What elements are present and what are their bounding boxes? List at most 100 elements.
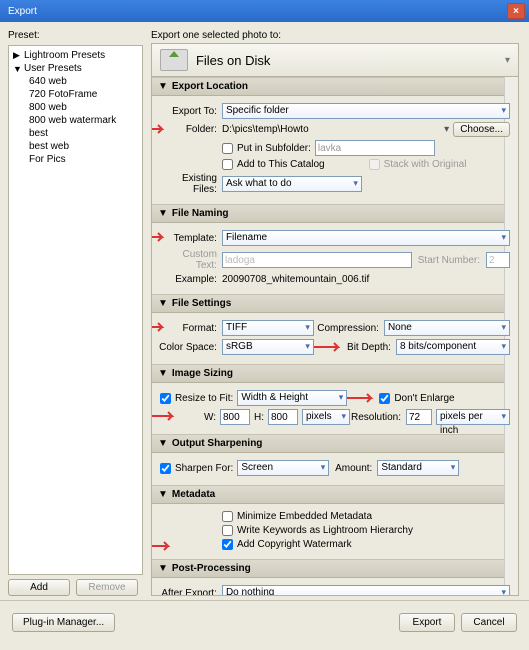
dropdown-icon[interactable]: ▾ xyxy=(444,124,449,135)
preset-group-user[interactable]: ▼User Presets xyxy=(11,62,140,75)
add-catalog-label: Add to This Catalog xyxy=(237,159,325,170)
title-bar: Export × xyxy=(0,0,529,22)
section-file-naming[interactable]: ▼File Naming xyxy=(152,204,518,223)
destination-header[interactable]: Files on Disk ▾ xyxy=(151,43,519,77)
chevron-down-icon: ▼ xyxy=(158,368,168,379)
preset-item[interactable]: 640 web xyxy=(11,75,140,88)
plugin-manager-button[interactable]: Plug-in Manager... xyxy=(12,613,115,632)
preset-label: Preset: xyxy=(8,30,143,41)
chevron-down-icon: ▼ xyxy=(158,208,168,219)
arrow-annotation xyxy=(151,321,170,333)
export-to-label: Export To: xyxy=(160,106,222,117)
preset-group-lightroom[interactable]: ▶Lightroom Presets xyxy=(11,49,140,62)
chevron-down-icon: ▼ xyxy=(158,81,168,92)
preset-item[interactable]: 800 web xyxy=(11,101,140,114)
window-title: Export xyxy=(8,6,37,17)
preset-item[interactable]: best xyxy=(11,127,140,140)
resize-label: Resize to Fit: xyxy=(175,393,233,404)
arrow-annotation xyxy=(151,231,170,243)
height-input[interactable] xyxy=(268,409,298,425)
resolution-unit-select[interactable]: pixels per inch xyxy=(436,409,510,425)
chevron-down-icon: ▼ xyxy=(158,489,168,500)
preset-tree[interactable]: ▶Lightroom Presets ▼User Presets 640 web… xyxy=(8,45,143,575)
preset-item[interactable]: 720 FotoFrame xyxy=(11,88,140,101)
dont-enlarge-checkbox[interactable] xyxy=(379,393,390,404)
resize-mode-select[interactable]: Width & Height xyxy=(237,390,347,406)
arrow-annotation xyxy=(151,461,158,473)
section-sharpening[interactable]: ▼Output Sharpening xyxy=(152,434,518,453)
compression-select[interactable]: None xyxy=(384,320,510,336)
existing-label: Existing Files: xyxy=(160,173,222,195)
sharpen-checkbox[interactable] xyxy=(160,463,171,474)
export-to-select[interactable]: Specific folder xyxy=(222,103,510,119)
choose-folder-button[interactable]: Choose... xyxy=(453,122,510,137)
example-label: Example: xyxy=(160,274,222,285)
section-export-location[interactable]: ▼Export Location xyxy=(152,77,518,96)
minimize-metadata-checkbox[interactable] xyxy=(222,511,233,522)
resolution-input[interactable] xyxy=(406,409,432,425)
stack-label: Stack with Original xyxy=(384,159,467,170)
bitdepth-label: Bit Depth: xyxy=(346,342,396,353)
section-post-processing[interactable]: ▼Post-Processing xyxy=(152,559,518,578)
keywords-label: Write Keywords as Lightroom Hierarchy xyxy=(237,525,413,536)
preset-item[interactable]: best web xyxy=(11,140,140,153)
remove-button: Remove xyxy=(76,579,138,596)
sharpen-label: Sharpen For: xyxy=(175,463,233,474)
add-catalog-checkbox[interactable] xyxy=(222,159,233,170)
close-button[interactable]: × xyxy=(507,3,525,19)
chevron-down-icon: ▼ xyxy=(158,298,168,309)
destination-title: Files on Disk xyxy=(196,53,270,68)
write-keywords-checkbox[interactable] xyxy=(222,525,233,536)
custom-text-input xyxy=(222,252,412,268)
arrow-annotation xyxy=(310,341,346,353)
existing-files-select[interactable]: Ask what to do xyxy=(222,176,362,192)
compression-label: Compression: xyxy=(314,323,384,334)
chevron-down-icon: ▼ xyxy=(13,64,21,74)
after-export-label: After Export: xyxy=(160,588,222,597)
template-select[interactable]: Filename xyxy=(222,230,510,246)
after-export-select[interactable]: Do nothing xyxy=(222,585,510,596)
format-select[interactable]: TIFF xyxy=(222,320,314,336)
arrow-annotation xyxy=(347,392,379,404)
resolution-label: Resolution: xyxy=(350,412,406,423)
bitdepth-select[interactable]: 8 bits/component xyxy=(396,339,510,355)
resize-checkbox[interactable] xyxy=(160,393,171,404)
section-image-sizing[interactable]: ▼Image Sizing xyxy=(152,364,518,383)
section-metadata[interactable]: ▼Metadata xyxy=(152,485,518,504)
start-number-label: Start Number: xyxy=(418,255,480,266)
chevron-down-icon: ▼ xyxy=(158,563,168,574)
amount-select[interactable]: Standard xyxy=(377,460,459,476)
h-label: H: xyxy=(254,412,264,423)
section-file-settings[interactable]: ▼File Settings xyxy=(152,294,518,313)
watermark-label: Add Copyright Watermark xyxy=(237,539,352,550)
sharpen-for-select[interactable]: Screen xyxy=(237,460,329,476)
colorspace-select[interactable]: sRGB xyxy=(222,339,314,355)
minimize-label: Minimize Embedded Metadata xyxy=(237,511,372,522)
put-subfolder-checkbox[interactable] xyxy=(222,143,233,154)
export-count-label: Export one selected photo to: xyxy=(151,30,519,41)
start-number-input xyxy=(486,252,510,268)
put-subfolder-label: Put in Subfolder: xyxy=(237,143,311,154)
w-label: W: xyxy=(204,412,216,423)
amount-label: Amount: xyxy=(329,463,377,474)
cancel-button[interactable]: Cancel xyxy=(461,613,517,632)
add-button[interactable]: Add xyxy=(8,579,70,596)
disk-export-icon xyxy=(160,49,188,71)
arrow-annotation xyxy=(151,410,180,422)
dropdown-icon: ▾ xyxy=(505,55,510,66)
preset-item[interactable]: For Pics xyxy=(11,153,140,166)
folder-path: D:\pics\temp\Howto xyxy=(222,124,440,135)
size-unit-select[interactable]: pixels xyxy=(302,409,350,425)
custom-text-label: Custom Text: xyxy=(160,249,222,271)
watermark-checkbox[interactable] xyxy=(222,539,233,550)
colorspace-label: Color Space: xyxy=(151,342,222,353)
example-text: 20090708_whitemountain_006.tif xyxy=(222,274,369,285)
close-icon: × xyxy=(513,6,519,17)
arrow-annotation xyxy=(151,540,176,552)
export-button[interactable]: Export xyxy=(399,613,455,632)
width-input[interactable] xyxy=(220,409,250,425)
subfolder-input[interactable] xyxy=(315,140,435,156)
chevron-right-icon: ▶ xyxy=(13,50,21,61)
dont-enlarge-label: Don't Enlarge xyxy=(394,393,454,404)
preset-item[interactable]: 800 web watermark xyxy=(11,114,140,127)
